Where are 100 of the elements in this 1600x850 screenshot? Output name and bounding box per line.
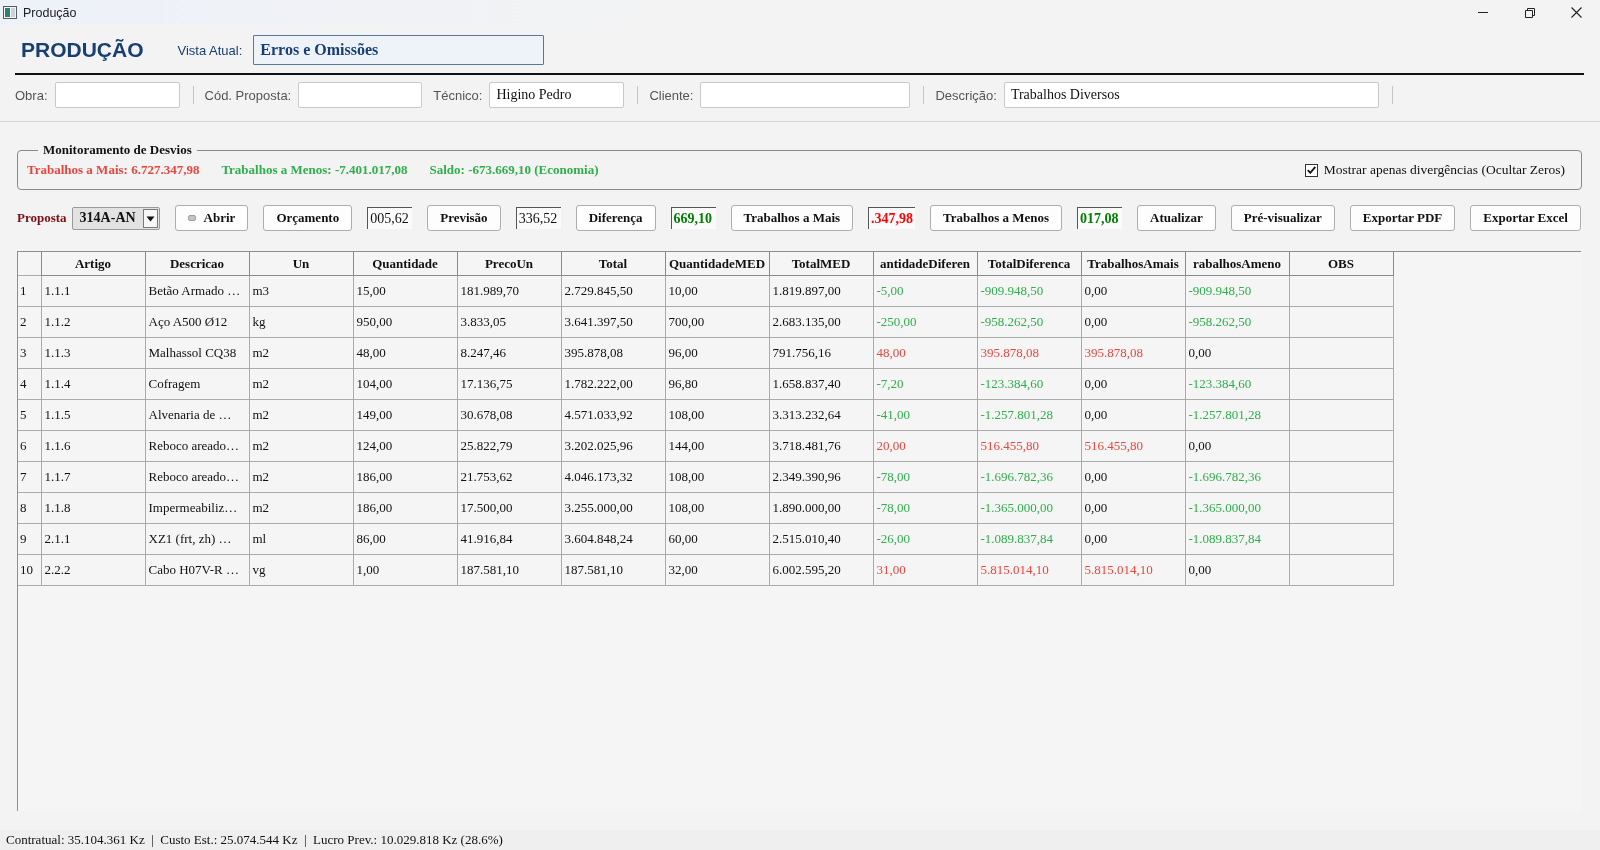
view-label: Vista Atual: xyxy=(177,42,243,58)
text-field[interactable]: Trabalhos Diversos xyxy=(1003,82,1379,108)
caret-icon[interactable] xyxy=(142,208,158,228)
toolbar-button[interactable]: Pré-visualizar xyxy=(1230,205,1335,231)
toolbar-button[interactable]: Atualizar xyxy=(1137,205,1216,231)
value-field: 017,08 xyxy=(1077,207,1123,229)
table-cell: 1.1.7 xyxy=(41,461,145,493)
table-cell: 2.2.2 xyxy=(41,554,145,586)
field-label: Obra: xyxy=(15,87,48,103)
table-cell: 6.002.595,20 xyxy=(769,554,873,586)
table-cell: 395.878,08 xyxy=(561,337,665,369)
table-cell: 0,00 xyxy=(1185,554,1289,586)
table-cell: -5,00 xyxy=(873,275,977,307)
column-header[interactable]: Descricao xyxy=(145,252,249,276)
table-cell: m2 xyxy=(249,368,353,400)
toolbar-button[interactable]: Orçamento xyxy=(263,205,353,231)
table-cell: 3.833,05 xyxy=(457,306,561,338)
column-header[interactable]: Artigo xyxy=(41,252,145,276)
toolbar-button[interactable]: Abrir xyxy=(174,205,249,231)
table-cell: 516.455,80 xyxy=(1081,430,1185,462)
minimize-icon xyxy=(1477,12,1488,13)
proposal-dropdown[interactable]: 314A-AN xyxy=(71,206,160,230)
square-icon xyxy=(187,215,196,221)
toolbar-button[interactable]: Previsão xyxy=(427,205,501,231)
column-header[interactable]: rabalhosAmeno xyxy=(1185,252,1289,276)
column-header[interactable]: Un xyxy=(249,252,353,276)
table-cell: 17.136,75 xyxy=(457,368,561,400)
table-cell: 0,00 xyxy=(1185,337,1289,369)
table-cell: -78,00 xyxy=(873,492,977,524)
table-cell: 5.815.014,10 xyxy=(977,554,1081,586)
table-cell: Malhassol CQ38 xyxy=(145,337,249,369)
toolbar-button[interactable]: Exportar PDF xyxy=(1349,205,1456,231)
table-cell: 1.1.3 xyxy=(41,337,145,369)
view-field[interactable]: Erros e Omissões xyxy=(253,35,545,65)
row-number: 4 xyxy=(18,368,41,400)
table-cell: 1.1.2 xyxy=(41,306,145,338)
table-cell: m2 xyxy=(249,461,353,493)
table-cell: 41.916,84 xyxy=(457,523,561,555)
table-cell: 5.815.014,10 xyxy=(1081,554,1185,586)
table-cell: 0,00 xyxy=(1185,430,1289,462)
column-header[interactable]: Quantidade xyxy=(353,252,457,276)
column-header[interactable]: Total xyxy=(561,252,665,276)
column-header[interactable]: OBS xyxy=(1289,252,1393,276)
table-cell: 2.729.845,50 xyxy=(561,275,665,307)
table-cell: -41,00 xyxy=(873,399,977,431)
table-cell: 4.571.033,92 xyxy=(561,399,665,431)
table-cell: -909.948,50 xyxy=(1185,275,1289,307)
row-number: 6 xyxy=(18,430,41,462)
toolbar-button[interactable]: Trabalhos a Menos xyxy=(930,205,1063,231)
toolbar-button[interactable]: Diferença xyxy=(575,205,656,231)
row-number: 7 xyxy=(18,461,41,493)
row-number: 3 xyxy=(18,337,41,369)
column-header[interactable]: PrecoUn xyxy=(457,252,561,276)
table-cell: -1.365.000,00 xyxy=(977,492,1081,524)
table-cell: 108,00 xyxy=(665,399,769,431)
table-cell: -26,00 xyxy=(873,523,977,555)
table-cell: 1.1.8 xyxy=(41,492,145,524)
page-title: PRODUÇÃO xyxy=(21,38,144,62)
table-cell: Alvenaria de … xyxy=(145,399,249,431)
column-header[interactable]: TrabalhosAmais xyxy=(1081,252,1185,276)
column-header[interactable]: QuantidadeMED xyxy=(665,252,769,276)
column-header[interactable]: antidadeDiferen xyxy=(873,252,977,276)
row-number: 9 xyxy=(18,523,41,555)
table-cell: 2.349.390,96 xyxy=(769,461,873,493)
table-cell: 144,00 xyxy=(665,430,769,462)
table-cell: -1.089.837,84 xyxy=(977,523,1081,555)
table-cell: 950,00 xyxy=(353,306,457,338)
table-cell: -123.384,60 xyxy=(1185,368,1289,400)
column-header[interactable]: TotalDiferenca xyxy=(977,252,1081,276)
table-cell: 0,00 xyxy=(1081,368,1185,400)
table-cell: m2 xyxy=(249,492,353,524)
table-cell: 3.202.025,96 xyxy=(561,430,665,462)
toolbar-button[interactable]: Trabalhos a Mais xyxy=(730,205,854,231)
table-cell: 187.581,10 xyxy=(457,554,561,586)
table-cell: m2 xyxy=(249,399,353,431)
table-cell: -1.696.782,36 xyxy=(1185,461,1289,493)
table-cell: ml xyxy=(249,523,353,555)
text-field[interactable] xyxy=(54,82,180,108)
checkbox[interactable] xyxy=(1304,163,1318,177)
table-cell: 3.718.481,76 xyxy=(769,430,873,462)
text-field[interactable] xyxy=(298,82,423,108)
summary-text: Trabalhos a Mais: 6.727.347,98 xyxy=(27,162,200,178)
table-cell: 395.878,08 xyxy=(1081,337,1185,369)
field-label: Cód. Proposta: xyxy=(204,87,292,103)
table-cell: 3.604.848,24 xyxy=(561,523,665,555)
table-cell: XZ1 (frt, zh) … xyxy=(145,523,249,555)
table-cell: 21.753,62 xyxy=(457,461,561,493)
value-field: 669,10 xyxy=(670,207,716,229)
column-header[interactable]: TotalMED xyxy=(769,252,873,276)
checkmark-icon xyxy=(1306,166,1316,174)
table-cell: 0,00 xyxy=(1081,399,1185,431)
text-field[interactable]: Higino Pedro xyxy=(489,82,625,108)
table-cell: -1.696.782,36 xyxy=(977,461,1081,493)
table-cell: 25.822,79 xyxy=(457,430,561,462)
checkbox-label[interactable]: Mostrar apenas divergências (Ocultar Zeros) xyxy=(1323,162,1565,178)
toolbar-button[interactable]: Exportar Excel xyxy=(1470,205,1581,231)
field-label: Técnico: xyxy=(433,87,483,103)
table-cell: 2.683.135,00 xyxy=(769,306,873,338)
table-cell: 0,00 xyxy=(1081,461,1185,493)
text-field[interactable] xyxy=(700,82,911,108)
